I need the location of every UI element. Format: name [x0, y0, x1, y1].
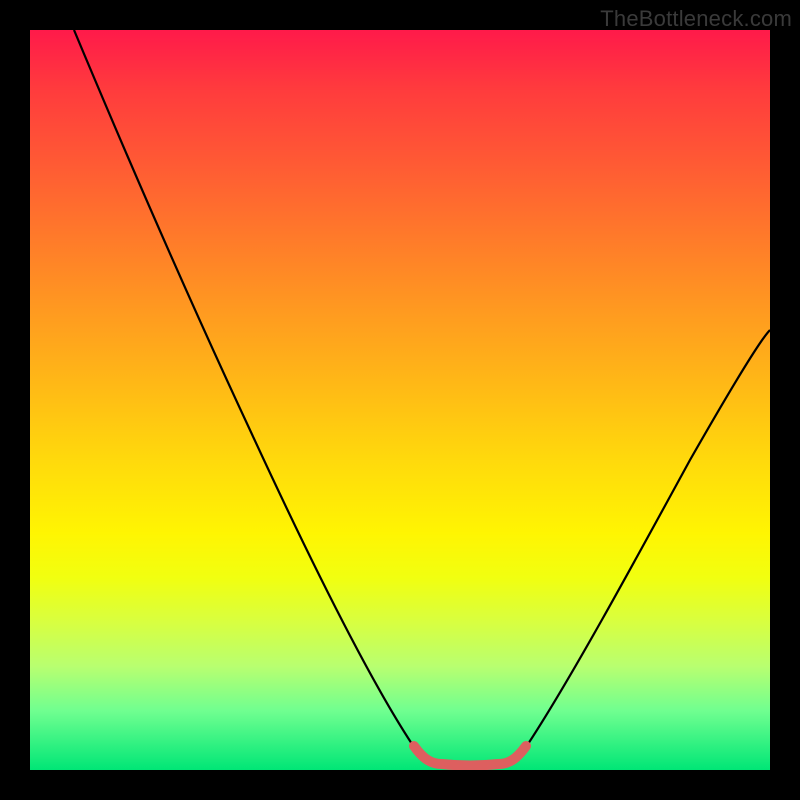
- min-band-marker: [414, 746, 526, 766]
- plot-area: [30, 30, 770, 770]
- chart-svg: [30, 30, 770, 770]
- bottleneck-curve: [74, 30, 770, 768]
- chart-frame: TheBottleneck.com: [0, 0, 800, 800]
- attribution-text: TheBottleneck.com: [600, 6, 792, 32]
